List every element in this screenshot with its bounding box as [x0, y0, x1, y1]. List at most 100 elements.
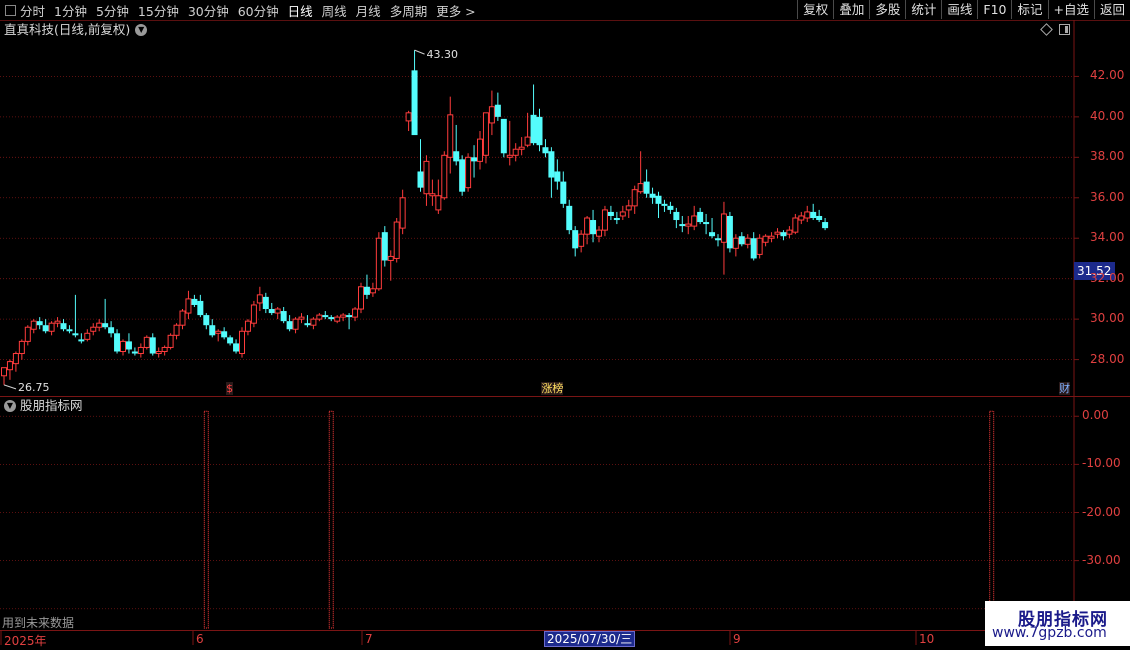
candle-body — [244, 320, 251, 332]
candle-body — [816, 215, 823, 221]
candle-body — [780, 232, 787, 237]
candle-body — [750, 238, 757, 259]
date-label: 7 — [365, 632, 373, 646]
candle-body — [607, 211, 614, 216]
high-pointer — [414, 49, 425, 55]
candle-body — [322, 315, 329, 318]
candle-body — [262, 296, 269, 310]
indicator-bar — [203, 410, 209, 629]
candle-body — [399, 197, 406, 229]
candle-body — [90, 326, 97, 332]
candle-body — [530, 114, 537, 144]
candle-body — [726, 215, 733, 249]
candle-body — [310, 318, 317, 326]
candle-body — [774, 231, 781, 235]
candle-body — [197, 300, 204, 316]
candle-body — [233, 343, 240, 352]
candle-body — [292, 318, 299, 330]
y-tick-label: 32.00 — [1090, 270, 1125, 285]
event-marker: 财 — [1059, 382, 1071, 395]
candle-body — [6, 361, 13, 371]
candle-body — [209, 325, 216, 336]
candle-body — [30, 320, 37, 330]
candle-body — [84, 332, 91, 340]
candle-body — [459, 159, 466, 192]
candle-body — [673, 211, 680, 221]
candle-body — [441, 154, 448, 199]
candle-body — [167, 334, 174, 348]
y-tick-label: 34.00 — [1090, 230, 1125, 245]
candle-body — [554, 171, 561, 182]
candle-body — [590, 220, 597, 235]
candle-body — [298, 316, 305, 320]
candle-body — [18, 340, 25, 355]
y-tick-label: 30.00 — [1090, 311, 1125, 326]
candle-body — [417, 171, 424, 188]
candle-body — [447, 114, 454, 158]
candle-body — [506, 154, 513, 158]
candle-body — [667, 205, 674, 210]
candle-body — [42, 325, 49, 332]
candle-body — [316, 314, 323, 320]
candle-body — [524, 136, 531, 146]
candle-body — [738, 236, 745, 245]
candle-body — [256, 294, 263, 304]
chevron-down-icon[interactable]: ▼ — [4, 400, 16, 412]
candle-body — [24, 326, 31, 342]
low-pointer — [3, 384, 17, 390]
candle-body — [393, 221, 400, 259]
candle-body — [334, 316, 341, 322]
candle-body — [810, 211, 817, 218]
sub-y-tick-label: -10.00 — [1082, 456, 1121, 471]
candle-body — [512, 148, 519, 156]
candle-body — [328, 317, 335, 320]
future-data-note: 用到未来数据 — [2, 616, 75, 630]
candle-body — [96, 322, 103, 328]
candle-body — [685, 223, 692, 227]
candle-body — [185, 298, 192, 314]
candle-body — [756, 237, 763, 255]
kline-chart[interactable] — [0, 0, 1130, 650]
indicator-bar — [328, 410, 334, 629]
candle-body — [548, 151, 555, 178]
sub-y-tick-label: 0.00 — [1082, 408, 1109, 423]
candle-body — [477, 138, 483, 162]
candle-body — [125, 341, 132, 350]
candle-body — [679, 224, 686, 227]
candle-body — [286, 321, 293, 330]
candle-body — [250, 304, 257, 324]
candle-body — [643, 181, 650, 194]
candle-body — [1, 367, 7, 377]
candle-body — [494, 104, 501, 117]
candle-body — [637, 183, 644, 193]
candle-body — [48, 322, 55, 332]
candle-body — [744, 237, 751, 245]
y-tick-label: 28.00 — [1090, 351, 1125, 366]
date-label: 6 — [196, 632, 204, 646]
candle-body — [102, 323, 109, 328]
candle-body — [137, 346, 144, 355]
candle-body — [149, 337, 156, 354]
candle-body — [221, 331, 228, 338]
candle-body — [423, 160, 430, 195]
candle-body — [411, 70, 418, 136]
candle-body — [720, 213, 727, 243]
candle-body — [572, 230, 579, 249]
candle-body — [625, 205, 632, 211]
candle-body — [542, 147, 549, 154]
candle-body — [613, 218, 620, 221]
candle-body — [762, 235, 769, 243]
candle-body — [280, 311, 287, 322]
selected-date: 2025/07/30/三 — [544, 631, 636, 647]
candle-body — [631, 189, 638, 207]
candle-body — [649, 193, 656, 198]
candle-body — [482, 112, 489, 156]
candle-body — [369, 288, 376, 294]
candle-body — [381, 232, 388, 261]
candle-body — [619, 211, 626, 217]
candle-body — [453, 151, 460, 162]
candle-body — [655, 195, 662, 204]
candle-body — [566, 205, 573, 231]
candle-body — [703, 222, 710, 225]
candle-body — [500, 118, 507, 154]
